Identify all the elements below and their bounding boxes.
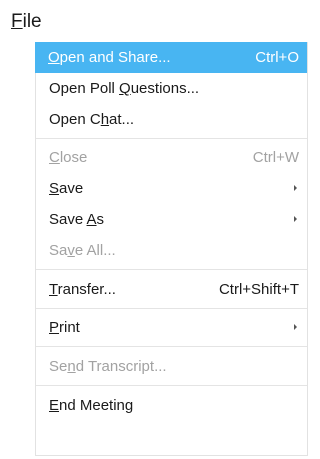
menu-item-close-shortcut: Ctrl+W <box>252 149 299 166</box>
file-menu-title-text: ile <box>22 11 42 32</box>
menu-item-send-transcript-label: Send Transcript... <box>49 358 167 375</box>
menu-item-close: Close Ctrl+W <box>36 142 307 173</box>
menu-item-save-label: Save <box>49 180 84 197</box>
menu-item-open-chat-label: Open Chat... <box>49 111 135 128</box>
menu-item-end-meeting[interactable]: End Meeting <box>36 390 307 421</box>
menu-item-end-meeting-label: End Meeting <box>49 397 134 414</box>
menu-item-transfer-label: Transfer... <box>49 281 116 298</box>
submenu-arrow-icon <box>294 185 297 191</box>
submenu-arrow-icon <box>294 324 297 330</box>
file-menu-dropdown: Open and Share... Ctrl+O Open Poll Quest… <box>35 42 308 456</box>
menu-item-transfer-shortcut: Ctrl+Shift+T <box>218 281 299 298</box>
menu-bar: File <box>0 0 311 42</box>
menu-item-open-poll-questions[interactable]: Open Poll Questions... <box>36 73 307 104</box>
menu-item-send-transcript: Send Transcript... <box>36 351 307 382</box>
menu-item-save-all-label: Save All... <box>49 242 116 259</box>
menu-separator <box>36 308 307 309</box>
menu-item-open-chat[interactable]: Open Chat... <box>36 104 307 135</box>
menu-separator <box>36 385 307 386</box>
menu-item-print[interactable]: Print <box>36 312 307 343</box>
menu-item-open-and-share-shortcut: Ctrl+O <box>255 49 299 66</box>
menu-item-save-as[interactable]: Save As <box>36 204 307 235</box>
menu-item-close-label: Close <box>49 149 88 166</box>
menu-item-print-label: Print <box>49 319 80 336</box>
menu-item-save[interactable]: Save <box>36 173 307 204</box>
menu-item-open-and-share-label: Open and Share... <box>48 49 171 66</box>
menu-item-save-as-label: Save As <box>49 211 105 228</box>
file-menu-title[interactable]: File <box>11 10 42 34</box>
menu-item-save-all: Save All... <box>36 235 307 266</box>
submenu-arrow-icon <box>294 216 297 222</box>
menu-separator <box>36 138 307 139</box>
menu-separator <box>36 346 307 347</box>
menu-item-open-poll-questions-label: Open Poll Questions... <box>49 80 200 97</box>
menu-separator <box>36 269 307 270</box>
file-menu-mnemonic: F <box>11 11 23 32</box>
menu-item-transfer[interactable]: Transfer... Ctrl+Shift+T <box>36 274 307 305</box>
menu-item-open-and-share[interactable]: Open and Share... Ctrl+O <box>35 42 307 73</box>
